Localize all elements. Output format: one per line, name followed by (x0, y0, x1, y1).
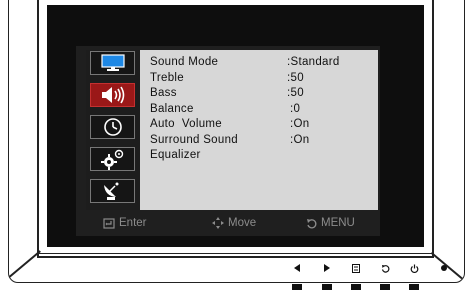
enter-label: Enter (119, 217, 147, 229)
menu-item-value: :50 (287, 71, 304, 84)
enter-icon (103, 217, 115, 229)
right-icon (324, 264, 330, 272)
input-source-icon (352, 263, 360, 273)
settings-gears-icon (100, 149, 123, 170)
return-icon (307, 218, 317, 228)
menu-item-value: :Standard (287, 56, 340, 68)
footer-enter-hint: Enter (103, 217, 147, 229)
menu-item-bass[interactable]: Bass :50 (150, 86, 374, 102)
menu-item-label: Sound Mode (150, 56, 219, 68)
menu-item-label: Surround Sound (150, 133, 238, 146)
left-icon (294, 264, 300, 272)
osd-menu: Sound Mode :Standard Treble :50 Bass :50… (76, 46, 380, 236)
menu-item-label: Balance (150, 102, 194, 115)
left-button[interactable] (290, 261, 304, 275)
menu-item-sound-mode[interactable]: Sound Mode :Standard (150, 55, 374, 71)
clock-icon (103, 118, 122, 136)
move-arrows-icon (212, 217, 224, 229)
right-button[interactable] (320, 261, 334, 275)
menu-item-equalizer[interactable]: Equalizer (150, 148, 374, 164)
power-led-indicator (441, 265, 447, 271)
menu-label: MENU (321, 217, 355, 229)
menu-item-surround-sound[interactable]: Surround Sound :On (150, 133, 374, 149)
menu-item-label: Treble (150, 71, 184, 84)
menu-item-value: :On (290, 133, 310, 146)
button-tab (322, 284, 332, 290)
source-button[interactable] (349, 261, 363, 275)
menu-item-value: :On (290, 118, 310, 130)
power-button[interactable] (407, 261, 421, 275)
osd-footer: Enter Move MENU (86, 212, 378, 234)
footer-move-hint: Move (212, 217, 256, 229)
menu-item-value: :0 (290, 102, 301, 115)
bezel-bottom-edge (37, 253, 434, 254)
osd-panel: Sound Mode :Standard Treble :50 Bass :50… (86, 50, 378, 210)
monitor-icon (100, 54, 125, 71)
menu-item-label: Auto Volume (150, 118, 223, 130)
menu-icon-column (86, 50, 140, 210)
footer-menu-hint: MENU (306, 217, 355, 229)
channel-menu-tab[interactable] (90, 179, 135, 203)
button-tab (409, 284, 419, 290)
menu-item-label: Equalizer (150, 149, 201, 161)
sound-menu-list: Sound Mode :Standard Treble :50 Bass :50… (150, 55, 374, 164)
menu-item-treble[interactable]: Treble :50 (150, 71, 374, 87)
power-icon (410, 264, 418, 273)
sound-menu-tab[interactable] (90, 83, 135, 107)
button-tab (351, 284, 361, 290)
satellite-icon (103, 182, 118, 200)
move-label: Move (228, 217, 257, 229)
menu-item-balance[interactable]: Balance :0 (150, 102, 374, 118)
menu-item-value: :50 (287, 87, 304, 99)
menu-button[interactable] (378, 261, 392, 275)
setup-menu-tab[interactable] (90, 147, 135, 171)
menu-icon (381, 264, 389, 273)
speaker-icon (101, 86, 124, 104)
button-tab (292, 284, 302, 290)
menu-item-label: Bass (150, 87, 177, 99)
picture-menu-tab[interactable] (90, 51, 135, 75)
menu-item-auto-volume[interactable]: Auto Volume :On (150, 117, 374, 133)
button-tab (380, 284, 390, 290)
time-menu-tab[interactable] (90, 115, 135, 139)
